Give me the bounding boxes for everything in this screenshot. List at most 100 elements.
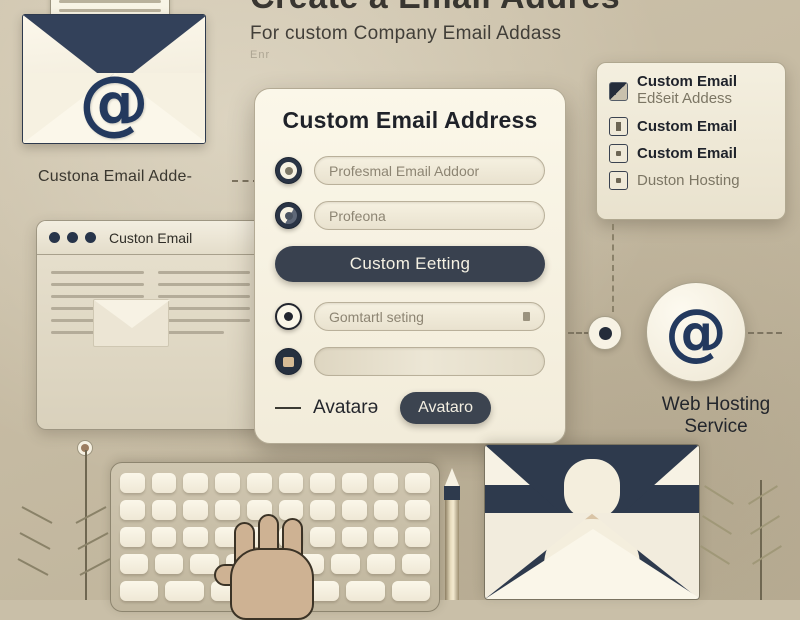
keyboard-key[interactable] [405, 500, 431, 520]
web-hosting-line2: Service [684, 415, 748, 437]
panel-item-3-label: Duston Hosting [637, 172, 740, 189]
keyboard-key[interactable] [183, 500, 209, 520]
illustration-scene: Create a Email Addres For custom Company… [0, 0, 800, 620]
card-title: Custom Email Address [282, 107, 538, 133]
envelope-icon [93, 299, 170, 347]
checkbox-dot-icon[interactable] [609, 144, 628, 163]
avatar-button[interactable]: Avataro [400, 392, 491, 424]
panel-item-2-label: Custom Email [637, 145, 738, 162]
connector-dashed-mid [568, 332, 590, 334]
hand-illustration [212, 512, 332, 620]
connector-dashed-vertical [612, 224, 614, 312]
page-heading: Create a Email Addres For custom Company… [250, 0, 670, 61]
keyboard-key[interactable] [151, 473, 177, 493]
keyboard-key[interactable] [278, 473, 304, 493]
keyboard-key[interactable] [405, 473, 431, 493]
keyboard-key[interactable] [341, 500, 367, 520]
panel-item-1[interactable]: Custom Email [609, 117, 773, 136]
panel-item-0-sublabel: Edšeit Addess [637, 90, 733, 107]
window-close-dot-icon[interactable] [49, 232, 60, 243]
sprig-stem [85, 450, 87, 600]
radio-half-icon[interactable] [275, 202, 302, 229]
keyboard-key[interactable] [346, 581, 385, 601]
keyboard-key[interactable] [155, 554, 184, 574]
profeona-input[interactable]: Profeona [314, 201, 545, 230]
avatar-label: Avatarə [313, 397, 379, 418]
connector-node-icon [588, 316, 622, 350]
panel-item-0-label: Custom Email [637, 73, 738, 90]
keyboard-key[interactable] [151, 500, 177, 520]
keyboard-row [120, 473, 431, 493]
radio-solid-icon[interactable] [275, 348, 302, 375]
professional-email-input[interactable]: Profesmal Email Addoor [314, 156, 545, 185]
keyboard-key[interactable] [373, 473, 399, 493]
radio-outline-icon[interactable] [275, 303, 302, 330]
keyboard-key[interactable] [183, 473, 209, 493]
keyboard-key[interactable] [373, 500, 399, 520]
keyboard-key[interactable] [341, 473, 367, 493]
keyboard-key[interactable] [183, 527, 209, 547]
radio-selected-icon[interactable] [275, 157, 302, 184]
sprig-stem [760, 480, 762, 600]
panel-item-0-labels: Custom Email Edšeit Addess [637, 73, 737, 107]
window-maximize-dot-icon[interactable] [85, 232, 96, 243]
keyboard-key[interactable] [331, 554, 360, 574]
page-title: Create a Email Addres [250, 0, 670, 17]
form-row-blank[interactable] [275, 347, 545, 376]
checkbox-half-icon[interactable] [609, 81, 628, 101]
custom-email-address-card: Custom Email Address Profesmal Email Add… [254, 88, 566, 444]
envelope-body: @ [22, 14, 206, 144]
plant-sprig-left-icon [17, 440, 130, 600]
palm-icon [230, 548, 314, 620]
panel-item-1-label: Custom Email [637, 118, 738, 135]
keyboard-key[interactable] [405, 527, 431, 547]
lock-icon [523, 312, 530, 321]
browser-titlebar: Custon Email [37, 221, 264, 255]
pencil-icon [444, 468, 460, 600]
form-row-profeona[interactable]: Profeona [275, 201, 545, 230]
pencil-ferrule [444, 486, 460, 500]
panel-item-3[interactable]: Duston Hosting [609, 171, 773, 190]
checkbox-dot-icon[interactable] [609, 171, 628, 190]
current-setting-value: Gomtartl seting [329, 308, 424, 325]
keyboard-key[interactable] [401, 554, 430, 574]
keyboard-key[interactable] [215, 473, 240, 493]
panel-item-0[interactable]: Custom Email Edšeit Addess [609, 73, 773, 109]
keyboard-key[interactable] [310, 473, 335, 493]
form-row-current-setting[interactable]: Gomtartl seting [275, 302, 545, 331]
keyboard-key[interactable] [246, 473, 272, 493]
form-row-professional-email[interactable]: Profesmal Email Addoor [275, 156, 545, 185]
window-minimize-dot-icon[interactable] [67, 232, 78, 243]
envelope-with-avatar-illustration [484, 444, 700, 600]
envelope-caption: Custona Email Adde- [38, 168, 193, 185]
keyboard-key[interactable] [165, 581, 204, 601]
custom-setting-button[interactable]: Custom Eetting [275, 246, 545, 282]
keyboard-key[interactable] [151, 527, 177, 547]
page-ghost-text: Enr [250, 49, 271, 61]
options-panel: Custom Email Edšeit Addess Custom Email … [596, 62, 786, 220]
envelope-with-at-illustration: @ [14, 0, 214, 154]
pencil-body [445, 500, 459, 600]
card-footer: Avatarə Avataro [275, 392, 545, 424]
web-hosting-label: Web Hosting Service [636, 394, 796, 438]
keyboard-key[interactable] [391, 581, 430, 601]
browser-title: Custon Email [109, 229, 193, 246]
browser-window[interactable]: Custon Email [36, 220, 264, 430]
connector-dashed-right [748, 332, 782, 334]
keyboard-key[interactable] [366, 554, 395, 574]
at-symbol-icon: @ [665, 295, 727, 368]
current-setting-input[interactable]: Gomtartl seting [314, 302, 545, 331]
page-subtitle: For custom Company Email Addass [250, 23, 562, 44]
browser-content [37, 255, 264, 359]
keyboard-key[interactable] [341, 527, 367, 547]
content-column-right [157, 271, 250, 343]
blank-input[interactable] [314, 347, 545, 376]
envelope-fold-bottom [485, 529, 699, 599]
keyboard-key[interactable] [373, 527, 399, 547]
panel-item-2[interactable]: Custom Email [609, 144, 773, 163]
plant-sprig-right-icon [700, 470, 800, 600]
checkbox-icon[interactable] [609, 117, 628, 136]
at-symbol-icon: @ [79, 61, 149, 143]
web-hosting-line1: Web Hosting [661, 394, 771, 415]
footer-dash-divider [275, 407, 301, 409]
